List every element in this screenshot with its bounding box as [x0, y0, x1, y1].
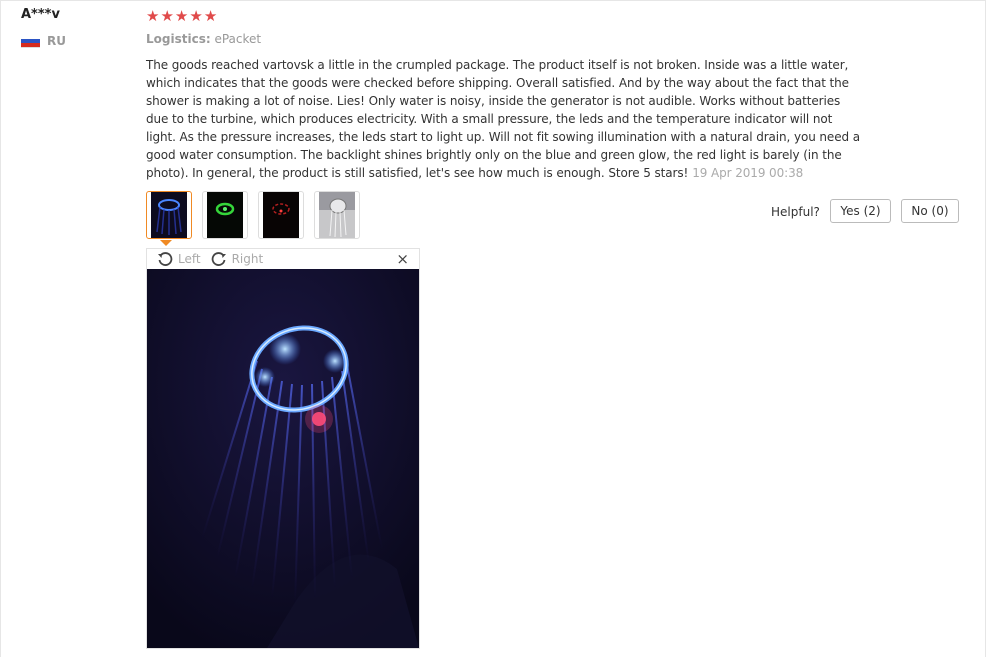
star-icon: ★: [203, 7, 218, 25]
russia-flag-icon: [21, 34, 40, 48]
review-text: The goods reached vartovsk a little in t…: [146, 56, 862, 182]
helpful-yes-button[interactable]: Yes (2): [830, 199, 891, 223]
thumbnail-3[interactable]: [258, 191, 304, 239]
helpful-no-button[interactable]: No (0): [901, 199, 959, 223]
thumbnail-4[interactable]: [314, 191, 360, 239]
logistics-label: Logistics:: [146, 32, 211, 46]
logistics-info: Logistics: ePacket: [146, 32, 261, 46]
helpful-label: Helpful?: [771, 205, 820, 219]
logistics-value: ePacket: [214, 32, 262, 46]
thumbnail-1[interactable]: [146, 191, 192, 239]
rotate-right-button[interactable]: Right: [211, 251, 264, 267]
close-viewer-button[interactable]: ×: [396, 251, 409, 267]
rotate-left-button[interactable]: Left: [157, 251, 201, 267]
rotate-right-icon: [211, 252, 226, 266]
star-icon: ★: [189, 7, 203, 25]
star-icon: ★: [146, 7, 160, 25]
reviewer-country: RU: [21, 34, 66, 48]
reviewer-name: A***v: [21, 7, 60, 22]
star-rating: ★ ★ ★ ★ ★: [146, 8, 217, 25]
rotate-left-icon: [158, 252, 173, 266]
thumbnail-2[interactable]: [202, 191, 248, 239]
thumbnail-shower-image: [319, 192, 355, 238]
thumbnail-red-image: [263, 192, 299, 238]
viewer-toolbar: Left Right ×: [147, 249, 419, 269]
rotate-right-label: Right: [231, 252, 264, 266]
star-icon: ★: [174, 7, 189, 25]
photo-thumbnails: [146, 191, 360, 239]
thumbnail-green-image: [207, 192, 243, 238]
star-icon: ★: [160, 7, 174, 25]
country-code: RU: [47, 34, 66, 48]
thumbnail-blue-image: [151, 192, 187, 238]
photo-viewer: Left Right ×: [146, 248, 420, 649]
review-body: The goods reached vartovsk a little in t…: [146, 58, 860, 180]
review-photo-large: [147, 269, 419, 648]
rotate-left-label: Left: [178, 252, 201, 266]
active-thumbnail-caret: [160, 240, 172, 246]
review-date: 19 Apr 2019 00:38: [692, 166, 804, 180]
